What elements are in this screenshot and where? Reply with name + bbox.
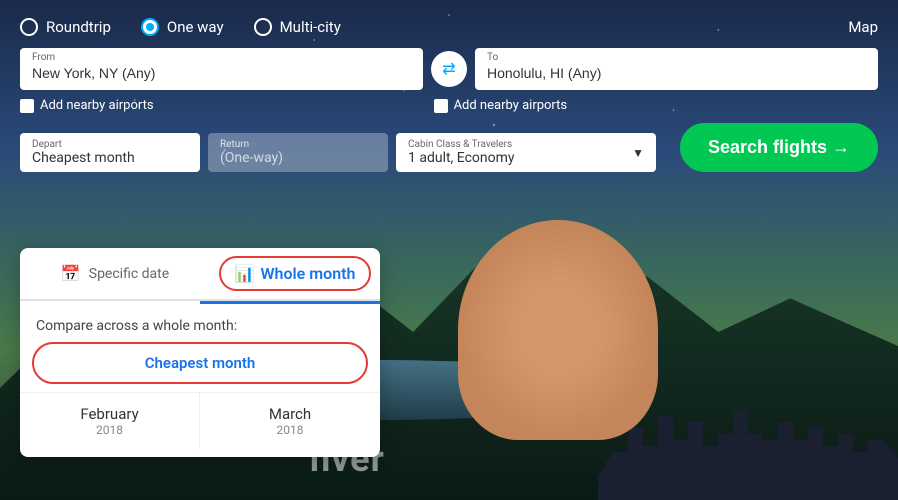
oneway-radio[interactable] — [141, 18, 159, 36]
roundtrip-option[interactable]: Roundtrip — [20, 18, 111, 36]
bar-chart-icon: 📊 — [235, 264, 255, 283]
cabin-label-group: Cabin Class & Travelers 1 adult, Economy — [408, 139, 624, 166]
multicity-radio[interactable] — [254, 18, 272, 36]
date-cabin-row: Depart Cheapest month Return (One-way) C… — [20, 123, 878, 172]
dropdown-tabs: 📅 Specific date 📊 Whole month — [20, 248, 380, 301]
date-dropdown-panel: 📅 Specific date 📊 Whole month Compare ac… — [20, 248, 380, 457]
month-cell-0[interactable]: February 2018 — [20, 392, 200, 449]
swap-icon: ⇄ — [442, 59, 455, 79]
to-field[interactable]: To — [475, 48, 878, 90]
return-field[interactable]: Return (One-way) — [208, 133, 388, 172]
whole-month-tab[interactable]: 📊 Whole month — [219, 256, 372, 291]
cheapest-month-label: Cheapest month — [145, 354, 256, 372]
cabin-chevron-icon: ▼ — [632, 146, 644, 160]
specific-date-tab[interactable]: 📅 Specific date — [20, 248, 210, 299]
month-grid: February 2018 March 2018 — [20, 392, 380, 449]
return-placeholder: (One-way) — [220, 150, 376, 166]
trip-type-row: Roundtrip One way Multi-city Map — [20, 18, 878, 36]
to-label: To — [487, 48, 866, 63]
person-silhouette — [458, 220, 658, 440]
depart-label: Depart — [32, 139, 188, 150]
checkbox-row: Add nearby airports Add nearby airports — [20, 98, 878, 113]
to-nearby-checkbox[interactable] — [434, 99, 448, 113]
to-input[interactable] — [487, 65, 866, 81]
from-nearby-checkbox[interactable] — [20, 99, 34, 113]
oneway-label: One way — [167, 18, 224, 36]
month-year-0: 2018 — [36, 423, 183, 437]
month-cell-1[interactable]: March 2018 — [200, 392, 380, 449]
to-nearby-label: Add nearby airports — [454, 98, 568, 113]
swap-button[interactable]: ⇄ — [431, 51, 467, 87]
cabin-value: 1 adult, Economy — [408, 150, 624, 166]
map-link[interactable]: Map — [848, 18, 878, 36]
whole-month-label: Whole month — [260, 264, 355, 283]
cabin-class-field[interactable]: Cabin Class & Travelers 1 adult, Economy… — [396, 133, 656, 172]
month-name-1: March — [216, 405, 364, 423]
roundtrip-label: Roundtrip — [46, 18, 111, 36]
multicity-option[interactable]: Multi-city — [254, 18, 341, 36]
month-name-0: February — [36, 405, 183, 423]
from-nearby-airports[interactable]: Add nearby airports — [20, 98, 154, 113]
multicity-label: Multi-city — [280, 18, 341, 36]
from-label: From — [32, 48, 411, 63]
cheapest-month-option[interactable]: Cheapest month — [32, 342, 368, 384]
depart-field[interactable]: Depart Cheapest month — [20, 133, 200, 172]
from-input[interactable] — [32, 65, 411, 81]
cabin-label: Cabin Class & Travelers — [408, 139, 624, 150]
return-label: Return — [220, 139, 376, 150]
whole-month-tab-wrapper: 📊 Whole month — [210, 248, 380, 299]
from-field[interactable]: From — [20, 48, 423, 90]
depart-value: Cheapest month — [32, 150, 188, 166]
search-button[interactable]: Search flights → — [680, 123, 878, 172]
oneway-option[interactable]: One way — [141, 18, 224, 36]
search-button-label: Search flights → — [708, 137, 850, 158]
from-nearby-label: Add nearby airports — [40, 98, 154, 113]
compare-text: Compare across a whole month: — [20, 304, 380, 342]
header: Roundtrip One way Multi-city Map From ⇄ … — [0, 0, 898, 172]
route-row: From ⇄ To — [20, 48, 878, 90]
specific-date-label: Specific date — [89, 266, 169, 282]
calendar-icon: 📅 — [61, 264, 81, 283]
to-nearby-airports[interactable]: Add nearby airports — [434, 98, 568, 113]
person-area — [428, 200, 678, 500]
month-year-1: 2018 — [216, 423, 364, 437]
roundtrip-radio[interactable] — [20, 18, 38, 36]
